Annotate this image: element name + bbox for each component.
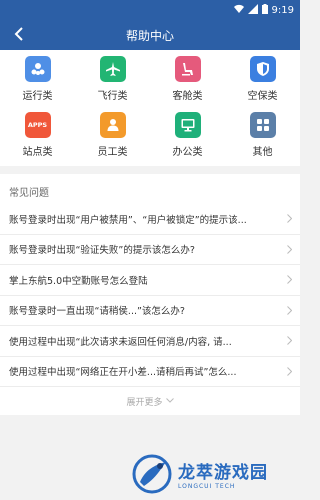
category-label: 站点类	[22, 147, 53, 158]
category-label: 办公类	[172, 147, 203, 158]
shield-icon	[249, 56, 276, 82]
monitor-icon	[174, 112, 201, 138]
category-label: 飞行类	[97, 91, 128, 102]
back-button[interactable]	[8, 20, 30, 50]
grid-icon	[249, 112, 276, 138]
category-label: 其他	[252, 147, 273, 158]
signal-icon	[247, 3, 258, 17]
chevron-right-icon	[282, 214, 292, 224]
watermark: 龙萃游戏园 LONGCUI TECH	[130, 448, 300, 500]
faq-item[interactable]: 账号登录时一直出现“请稍侯...”该怎么办?	[0, 296, 300, 326]
expand-more-button[interactable]: 展开更多	[0, 387, 300, 415]
chevron-left-icon	[14, 26, 24, 45]
person-icon	[99, 112, 126, 138]
category-label: 员工类	[97, 147, 128, 158]
category-other[interactable]: 其他	[225, 112, 300, 158]
header: 帮助中心	[0, 20, 300, 50]
category-office[interactable]: 办公类	[150, 112, 225, 158]
chevron-right-icon	[282, 305, 292, 315]
category-label: 空保类	[247, 91, 278, 102]
category-security[interactable]: 空保类	[225, 56, 300, 102]
battery-icon	[261, 3, 268, 17]
chevron-right-icon	[282, 275, 292, 285]
chevron-right-icon	[282, 366, 292, 376]
faq-item[interactable]: 账号登录时出现“验证失败”的提示该怎么办?	[0, 235, 300, 265]
chevron-right-icon	[282, 336, 292, 346]
category-station[interactable]: APPS 站点类	[0, 112, 75, 158]
category-grid: 运行类 飞行类 客舱类 空保类 APPS 站点类 员工类 办公类 其他	[0, 50, 300, 166]
faq-item[interactable]: 账号登录时出现“用户被禁用”、“用户被锁定”的提示该...	[0, 204, 300, 235]
apps-icon-text: APPS	[27, 121, 48, 129]
category-cabin[interactable]: 客舱类	[150, 56, 225, 102]
watermark-main-text: 龙萃游戏园	[178, 463, 268, 483]
apps-icon: APPS	[24, 112, 51, 138]
faq-item-text: 使用过程中出现“此次请求未返回任何消息/内容, 请...	[9, 336, 232, 348]
watermark-logo-icon	[132, 454, 172, 494]
faq-item-text: 使用过程中出现“网络正在开小差...请稍后再试”怎么...	[9, 367, 237, 379]
airplane-icon	[99, 56, 126, 82]
faq-item-text: 账号登录时一直出现“请稍侯...”该怎么办?	[9, 306, 185, 318]
wifi-icon	[233, 4, 244, 17]
faq-item-text: 账号登录时出现“验证失败”的提示该怎么办?	[9, 245, 195, 257]
faq-section: 常见问题 账号登录时出现“用户被禁用”、“用户被锁定”的提示该... 账号登录时…	[0, 174, 300, 415]
category-label: 客舱类	[172, 91, 203, 102]
chevron-down-icon	[165, 396, 174, 406]
faq-item[interactable]: 使用过程中出现“网络正在开小差...请稍后再试”怎么...	[0, 357, 300, 387]
status-time: 9:19	[271, 4, 294, 16]
sitemap-icon	[24, 56, 51, 82]
page-title: 帮助中心	[125, 28, 174, 43]
seat-icon	[174, 56, 201, 82]
category-flight[interactable]: 飞行类	[75, 56, 150, 102]
status-bar: 9:19	[0, 0, 300, 20]
category-label: 运行类	[22, 91, 53, 102]
faq-title: 常见问题	[9, 188, 49, 199]
faq-item-text: 账号登录时出现“用户被禁用”、“用户被锁定”的提示该...	[9, 214, 247, 226]
category-run[interactable]: 运行类	[0, 56, 75, 102]
help-center-screen: 9:19 帮助中心 运行类 飞行类 客舱类 空保类 APPS 站点类 员工类 办…	[0, 0, 300, 500]
faq-item[interactable]: 使用过程中出现“此次请求未返回任何消息/内容, 请...	[0, 326, 300, 357]
faq-item-text: 掌上东航5.0中空勤账号怎么登陆	[9, 275, 148, 287]
watermark-sub-text: LONGCUI TECH	[178, 483, 236, 490]
faq-item[interactable]: 掌上东航5.0中空勤账号怎么登陆	[0, 265, 300, 296]
category-staff[interactable]: 员工类	[75, 112, 150, 158]
chevron-right-icon	[282, 244, 292, 254]
expand-more-label: 展开更多	[126, 397, 163, 408]
